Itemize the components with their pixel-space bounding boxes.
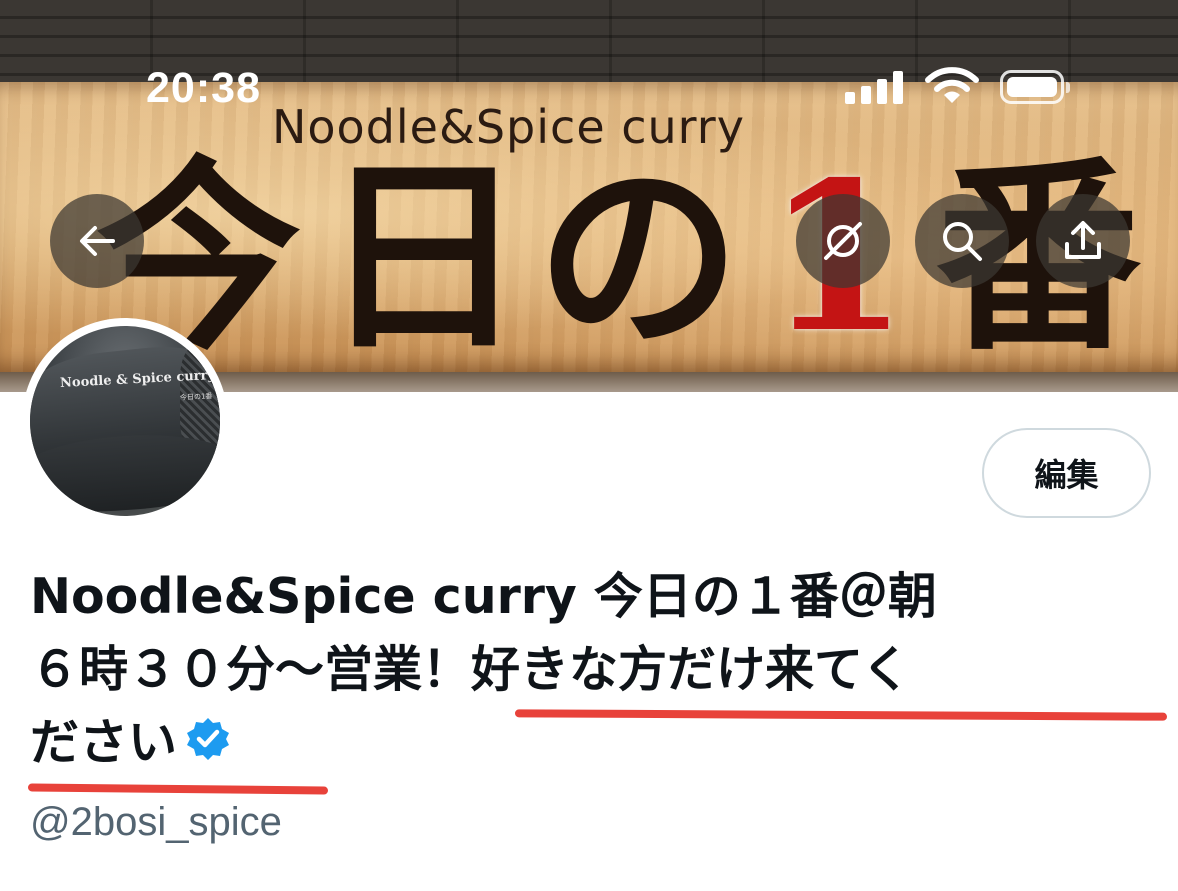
avatar-photo: Noodle & Spice curry 今日の1番 [30,326,220,516]
verified-badge-icon[interactable] [185,709,231,782]
edit-profile-button[interactable]: 編集 [982,428,1151,518]
wifi-icon [925,66,979,106]
name-line: ６時３０分〜営業！好きな方だけ来てく [30,641,911,698]
name-line: ださい [30,714,178,771]
profile-handle: @2bosi_spice [30,800,282,844]
sign-char: の [536,138,741,378]
cap-logo-subtext: 今日の1番 [179,392,213,402]
status-time: 20:38 [146,64,261,112]
search-icon [939,218,985,264]
name-line: Noodle&Spice curry 今日の１番＠朝 [30,568,937,625]
annotation-underline [27,783,329,795]
cellular-signal-icon [845,70,905,104]
battery-icon [1000,70,1070,104]
sign-title: 今 日 の 1 番 [56,148,1176,368]
search-button[interactable] [915,194,1009,288]
back-arrow-icon [75,219,119,263]
avatar[interactable]: Noodle & Spice curry 今日の1番 [22,318,228,524]
back-button[interactable] [50,194,144,288]
sign-char: 日 [321,138,526,378]
share-button[interactable] [1036,194,1130,288]
grok-icon [820,218,866,264]
share-icon [1060,218,1106,264]
profile-display-name: Noodle&Spice curry 今日の１番＠朝 ６時３０分〜営業！好きな方… [30,560,1160,782]
grok-button[interactable] [796,194,890,288]
